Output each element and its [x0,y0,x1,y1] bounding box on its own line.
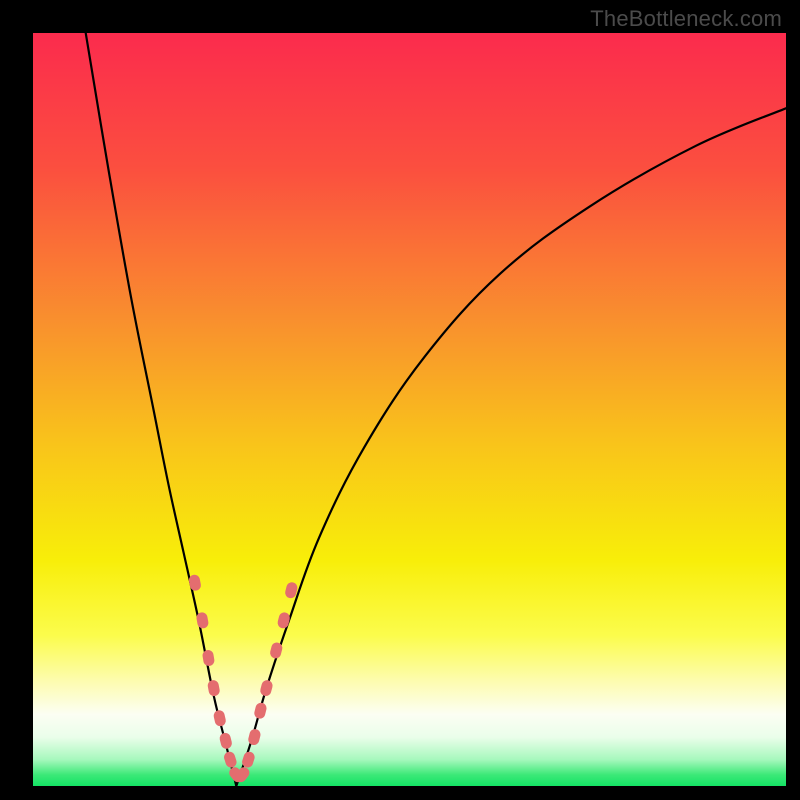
marker-point [223,750,238,769]
marker-point [218,732,233,750]
watermark-text: TheBottleneck.com [590,6,782,32]
curve-layer [33,33,786,786]
marker-point [207,679,221,697]
marker-point [213,709,227,727]
plot-area [33,33,786,786]
marker-point [253,702,268,720]
curve-right-branch [236,108,786,786]
marker-point [259,679,274,697]
outer-frame: TheBottleneck.com [0,0,800,800]
marker-point [247,728,262,746]
valley-markers [188,574,299,785]
marker-point [202,649,215,667]
curve-left-branch [86,33,237,786]
marker-point [276,611,291,629]
